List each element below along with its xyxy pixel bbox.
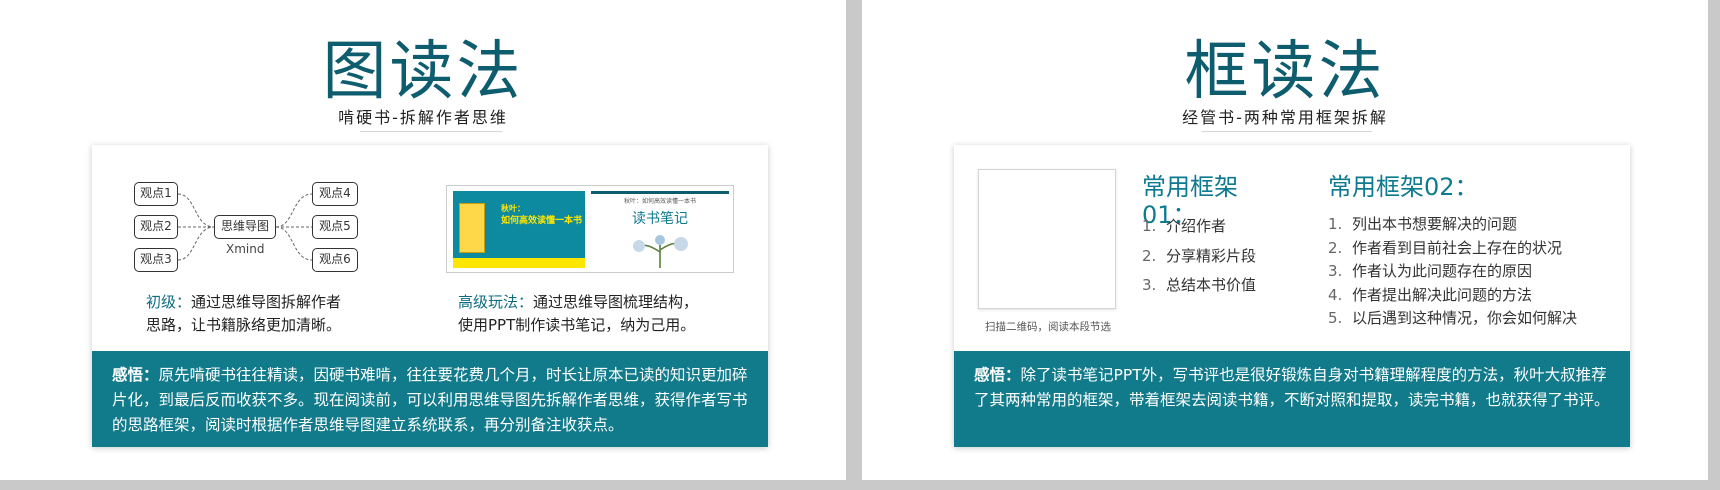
reading-note-header: 秋叶：如何高效读懂一本书 [623, 198, 696, 205]
content-card: 观点1 观点2 观点3 思维导图 Xmind 观点4 观点5 观点6 初级：通过… [92, 145, 768, 447]
list-item: 2. 作者看到目前社会上存在的状况 [1328, 238, 1563, 257]
list-item: 4. 作者提出解决此问题的方法 [1328, 285, 1533, 304]
insight-label: 感悟： [112, 366, 159, 384]
subtitle-divider [1202, 131, 1372, 132]
list-item: 2. 分享精彩片段 [1142, 246, 1257, 265]
insight-label: 感悟： [974, 366, 1021, 384]
caption-basic-line1: 通过思维导图拆解作者 [191, 293, 342, 311]
insight-band: 感悟：原先啃硬书往往精读，因硬书难啃，往往要花费几个月，时长让原本已读的知识更加… [92, 351, 768, 447]
mindmap-node: 观点5 [312, 215, 358, 239]
subtitle-divider [360, 131, 502, 132]
slide-image-reading: 图读法 啃硬书-拆解作者思维 观点1 观点2 观点3 思维导图 Xmind 观点… [0, 0, 846, 480]
insight-text: 除了读书笔记PPT外，写书评也是很好锻炼自身对书籍理解程度的方法，秋叶大叔推荐了… [974, 366, 1610, 409]
slide-frame-reading: 框读法 经管书-两种常用框架拆解 扫描二维码，阅读本段节选 常用框架01： 1.… [862, 0, 1708, 480]
caption-advanced-line1: 通过思维导图梳理结构， [533, 293, 699, 311]
mindmap-node: 观点4 [312, 182, 358, 206]
book-images: 秋叶： 如何高效读懂一本书 秋叶：如何高效读懂一本书 读书笔记 [446, 185, 734, 273]
content-card: 扫描二维码，阅读本段节选 常用框架01： 1. 介绍作者 2. 分享精彩片段 3. 总… [954, 145, 1630, 447]
mindmap-node: 观点6 [312, 248, 358, 272]
caption-advanced-label: 高级玩法： [458, 293, 534, 311]
qr-code-image [978, 169, 1116, 309]
framework1-list: 1. 介绍作者 2. 分享精彩片段 3. 总结本书价值 [1142, 215, 1256, 298]
qr-caption: 扫描二维码，阅读本段节选 [985, 321, 1111, 333]
caption-basic-label: 初级： [146, 293, 192, 311]
mindmap-diagram: 观点1 观点2 观点3 思维导图 Xmind 观点4 观点5 观点6 [92, 145, 422, 305]
reading-note-title: 读书笔记 [632, 211, 688, 227]
slide-title: 框读法 [1184, 35, 1386, 109]
caption-advanced-line2: 使用PPT制作读书笔记，纳为己用。 [458, 316, 696, 334]
book-cover-strip [453, 258, 585, 268]
list-item: 1. 列出本书想要解决的问题 [1328, 215, 1518, 233]
caption-basic: 初级：通过思维导图拆解作者 思路，让书籍脉络更加清晰。 [146, 291, 341, 337]
list-item: 3. 作者认为此问题存在的原因 [1328, 262, 1533, 280]
tree-illustration-icon [633, 235, 688, 268]
framework2-list: 1. 列出本书想要解决的问题 2. 作者看到目前社会上存在的状况 3. 作者认为此问题… [1328, 213, 1577, 331]
mindmap-node: 观点3 [134, 248, 178, 272]
book-cover-image: 秋叶： 如何高效读懂一本书 [453, 191, 585, 268]
slide-subtitle: 经管书-两种常用框架拆解 [1182, 108, 1388, 127]
slide-title: 图读法 [322, 35, 524, 109]
caption-basic-line2: 思路，让书籍脉络更加清晰。 [146, 316, 342, 334]
reading-note-image: 秋叶：如何高效读懂一本书 读书笔记 [591, 191, 729, 268]
book-cover-line2: 如何高效读懂一本书 [501, 216, 583, 226]
mindmap-center-node: 思维导图 [214, 215, 276, 239]
list-item: 1. 介绍作者 [1142, 217, 1227, 235]
caption-advanced: 高级玩法：通过思维导图梳理结构， 使用PPT制作读书笔记，纳为己用。 [458, 291, 698, 337]
insight-band: 感悟：除了读书笔记PPT外，写书评也是很好锻炼自身对书籍理解程度的方法，秋叶大叔… [954, 351, 1630, 447]
framework2-title: 常用框架02： [1328, 173, 1479, 201]
list-item: 5. 以后遇到这种情况，你会如何解决 [1328, 309, 1578, 327]
mindmap-node: 观点1 [134, 182, 178, 206]
list-item: 3. 总结本书价值 [1142, 276, 1257, 294]
mindmap-center-sub: Xmind [226, 242, 265, 256]
mindmap-node: 观点2 [134, 215, 178, 239]
book-cover-mini [459, 203, 485, 253]
insight-text: 原先啃硬书往往精读，因硬书难啃，往往要花费几个月，时长让原本已读的知识更加碎片化… [112, 366, 748, 434]
slide-subtitle: 啃硬书-拆解作者思维 [338, 108, 508, 127]
